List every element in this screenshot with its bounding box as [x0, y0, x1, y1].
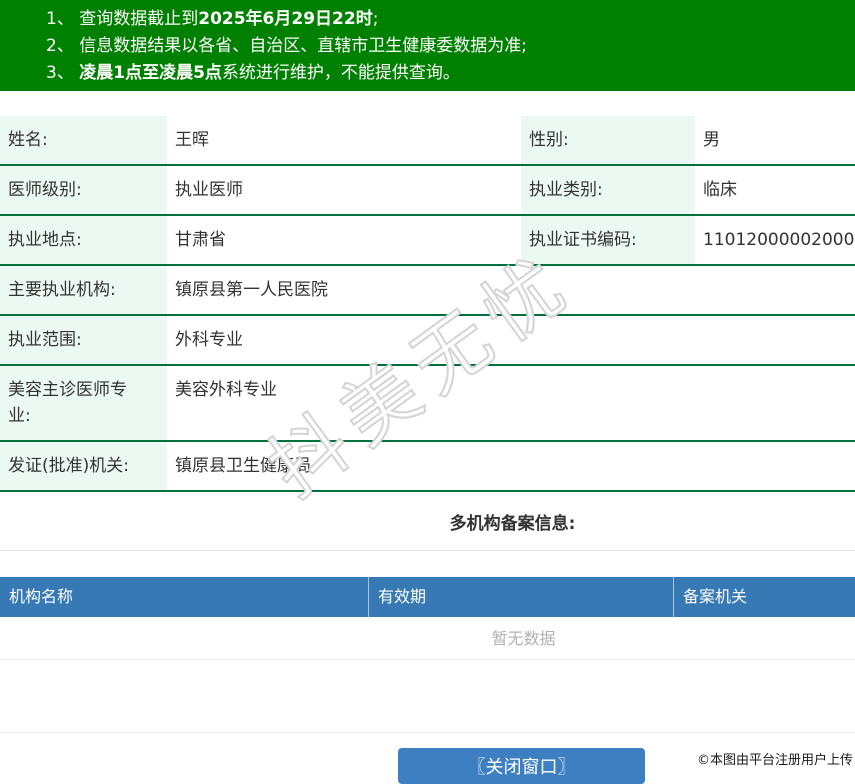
field-value-cosmetic-specialty: 美容外科专业: [167, 365, 855, 442]
notice-line-1: 1、 查询数据截止到2025年6月29日22时;: [46, 6, 845, 33]
notice-2-text: 2、 信息数据结果以各省、自治区、直辖市卫生健康委数据为准;: [46, 36, 527, 56]
info-row-issuing-authority: 发证(批准)机关: 镇原县卫生健康局: [0, 441, 855, 492]
field-label-main-institution: 主要执业机构:: [0, 265, 167, 316]
info-row-location-license: 执业地点: 甘肃省 执业证书编码: 110120000020006: [0, 215, 855, 266]
info-row-cosmetic-specialty: 美容主诊医师专业: 美容外科专业: [0, 365, 855, 442]
notice-1-text: 1、 查询数据截止到: [46, 9, 199, 29]
divider-line: [0, 550, 855, 551]
notice-line-3: 3、 凌晨1点至凌晨5点系统进行维护，不能提供查询。: [46, 60, 845, 87]
column-header-validity-period: 有效期: [368, 577, 673, 617]
field-value-main-institution: 镇原县第一人民医院: [167, 265, 855, 316]
doctor-info-table: 姓名: 王晖 性别: 男 医师级别: 执业医师 执业类别: 临床 执业地点: 甘…: [0, 116, 855, 492]
field-label-practice-category: 执业类别:: [521, 165, 695, 216]
field-value-practice-category: 临床: [695, 165, 855, 216]
notice-1-bold: 2025年6月29日22时: [198, 9, 373, 29]
field-value-name: 王晖: [167, 116, 521, 166]
field-value-doctor-level: 执业医师: [167, 165, 521, 216]
field-value-issuing-authority: 镇原县卫生健康局: [167, 441, 855, 492]
info-row-name-gender: 姓名: 王晖 性别: 男: [0, 116, 855, 166]
field-value-practice-location: 甘肃省: [167, 215, 521, 266]
field-label-cosmetic-specialty: 美容主诊医师专业:: [0, 365, 167, 442]
records-empty-state: 暂无数据: [0, 617, 855, 660]
field-value-practice-scope: 外科专业: [167, 315, 855, 366]
field-label-doctor-level: 医师级别:: [0, 165, 167, 216]
field-label-gender: 性别:: [521, 116, 695, 166]
multi-institution-records-title: 多机构备案信息:: [449, 514, 576, 534]
upload-copyright-note: ©本图由平台注册用户上传: [696, 753, 853, 768]
field-label-issuing-authority: 发证(批准)机关:: [0, 441, 167, 492]
notice-3-text: 3、: [46, 63, 80, 83]
records-table-header: 机构名称 有效期 备案机关: [0, 577, 855, 617]
field-label-license-code: 执业证书编码:: [521, 215, 695, 266]
field-label-practice-location: 执业地点:: [0, 215, 167, 266]
notice-3-suffix: 系统进行维护，不能提供查询。: [221, 63, 460, 83]
close-window-button[interactable]: 〖关闭窗口〗: [398, 748, 645, 784]
field-value-license-code: 110120000020006: [695, 215, 855, 266]
practitioner-query-result-page: 1、 查询数据截止到2025年6月29日22时; 2、 信息数据结果以各省、自治…: [0, 0, 855, 784]
notice-3-bold: 凌晨1点至凌晨5点: [79, 63, 222, 83]
notice-1-suffix: ;: [372, 9, 379, 29]
field-label-practice-scope: 执业范围:: [0, 315, 167, 366]
column-header-institution-name: 机构名称: [9, 587, 74, 606]
info-row-main-institution: 主要执业机构: 镇原县第一人民医院: [0, 265, 855, 316]
notice-line-2: 2、 信息数据结果以各省、自治区、直辖市卫生健康委数据为准;: [46, 33, 845, 60]
info-row-level-category: 医师级别: 执业医师 执业类别: 临床: [0, 165, 855, 216]
field-label-name: 姓名:: [0, 116, 167, 166]
info-row-practice-scope: 执业范围: 外科专业: [0, 315, 855, 366]
notice-bar: 1、 查询数据截止到2025年6月29日22时; 2、 信息数据结果以各省、自治…: [0, 0, 855, 91]
field-value-gender: 男: [695, 116, 855, 166]
column-header-record-authority: 备案机关: [673, 577, 855, 617]
